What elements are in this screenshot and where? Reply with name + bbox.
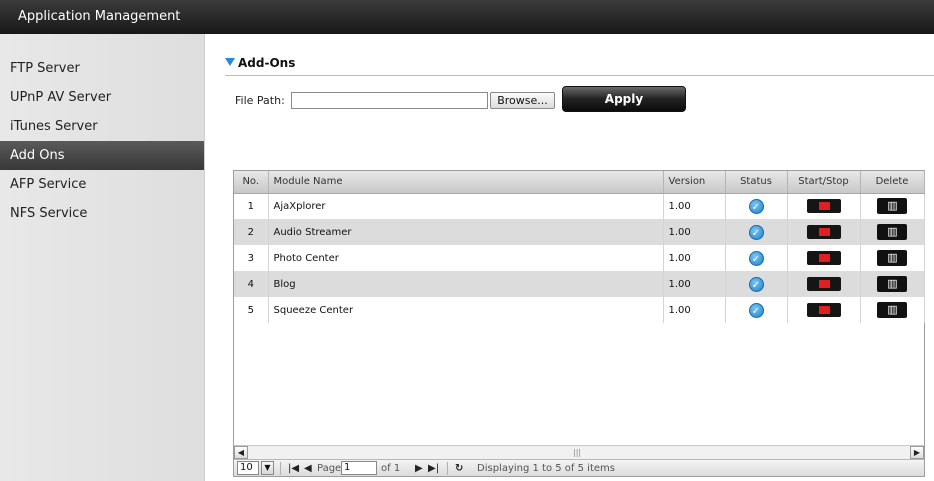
page-number-input[interactable]: 1 (341, 461, 377, 475)
check-icon: ✓ (748, 302, 764, 318)
stop-icon[interactable] (806, 251, 841, 265)
prev-page-icon[interactable]: ◀ (304, 461, 312, 476)
trash-icon[interactable]: ▥ (877, 198, 907, 215)
table-row[interactable]: 5 Squeeze Center 1.00 ✓ ▥ (234, 297, 925, 323)
scroll-grip-icon[interactable]: ||| (573, 448, 581, 457)
sidebar-item-add-ons[interactable]: Add Ons (0, 141, 204, 170)
row-number: 2 (234, 219, 269, 245)
section-title: Add-Ons (238, 56, 296, 70)
browse-button[interactable]: Browse... (490, 92, 555, 109)
module-name: Squeeze Center (268, 297, 664, 323)
module-version: 1.00 (663, 271, 726, 297)
addons-table: No. Module Name Version Status Start/Sto… (233, 170, 925, 477)
first-page-icon[interactable]: |◀ (288, 461, 299, 476)
display-status-text: Displaying 1 to 5 of 5 items (477, 463, 615, 474)
page-count-label: of 1 (381, 463, 401, 474)
pager-divider (447, 462, 448, 475)
page-size-select[interactable]: 10 (237, 461, 259, 475)
module-name: AjaXplorer (268, 193, 664, 219)
pager-divider (280, 462, 281, 475)
row-number: 4 (234, 271, 269, 297)
sidebar-item-itunes-server[interactable]: iTunes Server (0, 112, 204, 141)
column-header-status[interactable]: Status (725, 171, 788, 194)
check-icon: ✓ (748, 276, 764, 292)
table-row[interactable]: 2 Audio Streamer 1.00 ✓ ▥ (234, 219, 925, 245)
trash-icon[interactable]: ▥ (877, 250, 907, 266)
stop-icon[interactable] (806, 277, 841, 291)
main-panel: Add-Ons File Path: Browse... Apply No. M… (205, 34, 934, 481)
module-version: 1.00 (663, 193, 726, 219)
module-name: Audio Streamer (268, 219, 664, 245)
module-version: 1.00 (663, 245, 726, 271)
table-header-row: No. Module Name Version Status Start/Sto… (234, 171, 925, 194)
collapse-triangle-icon[interactable] (225, 58, 235, 66)
stop-icon[interactable] (806, 225, 841, 239)
window-title: Application Management (0, 0, 934, 34)
column-header-no[interactable]: No. (234, 171, 269, 194)
scroll-left-icon[interactable]: ◀ (234, 446, 248, 459)
refresh-icon[interactable]: ↻ (455, 461, 463, 476)
column-header-start-stop[interactable]: Start/Stop (787, 171, 861, 194)
stop-icon[interactable] (806, 199, 841, 214)
scroll-right-icon[interactable]: ▶ (910, 446, 924, 459)
check-icon: ✓ (748, 198, 764, 214)
pagination-bar: 10 ▼ |◀ ◀ Page 1 of 1 ▶ ▶| ↻ Displaying … (234, 459, 924, 476)
file-path-label: File Path: (235, 94, 285, 107)
module-name: Blog (268, 271, 664, 297)
page-label: Page (317, 463, 342, 474)
sidebar-item-afp-service[interactable]: AFP Service (0, 170, 204, 199)
sidebar-item-upnp-av-server[interactable]: UPnP AV Server (0, 83, 204, 112)
row-number: 3 (234, 245, 269, 271)
next-page-icon[interactable]: ▶ (415, 461, 423, 476)
column-header-delete[interactable]: Delete (860, 171, 925, 194)
module-name: Photo Center (268, 245, 664, 271)
check-icon: ✓ (748, 250, 764, 266)
apply-button[interactable]: Apply (562, 86, 686, 112)
section-header[interactable]: Add-Ons (225, 56, 934, 76)
trash-icon[interactable]: ▥ (877, 276, 907, 292)
sidebar: FTP Server UPnP AV Server iTunes Server … (0, 34, 205, 481)
trash-icon[interactable]: ▥ (877, 224, 907, 240)
check-icon: ✓ (748, 224, 764, 240)
last-page-icon[interactable]: ▶| (428, 461, 439, 476)
stop-icon[interactable] (806, 303, 841, 317)
table-row[interactable]: 4 Blog 1.00 ✓ ▥ (234, 271, 925, 297)
table-row[interactable]: 3 Photo Center 1.00 ✓ ▥ (234, 245, 925, 271)
row-number: 1 (234, 193, 269, 219)
module-version: 1.00 (663, 297, 726, 323)
trash-icon[interactable]: ▥ (877, 302, 907, 318)
sidebar-item-ftp-server[interactable]: FTP Server (0, 54, 204, 83)
file-path-input[interactable] (291, 92, 488, 109)
column-header-module-name[interactable]: Module Name (268, 171, 664, 194)
column-header-version[interactable]: Version (663, 171, 726, 194)
module-version: 1.00 (663, 219, 726, 245)
chevron-down-icon[interactable]: ▼ (261, 461, 274, 475)
sidebar-item-nfs-service[interactable]: NFS Service (0, 199, 204, 228)
horizontal-scrollbar[interactable]: ◀ ||| ▶ (234, 445, 924, 459)
row-number: 5 (234, 297, 269, 323)
table-row[interactable]: 1 AjaXplorer 1.00 ✓ ▥ (234, 193, 925, 219)
